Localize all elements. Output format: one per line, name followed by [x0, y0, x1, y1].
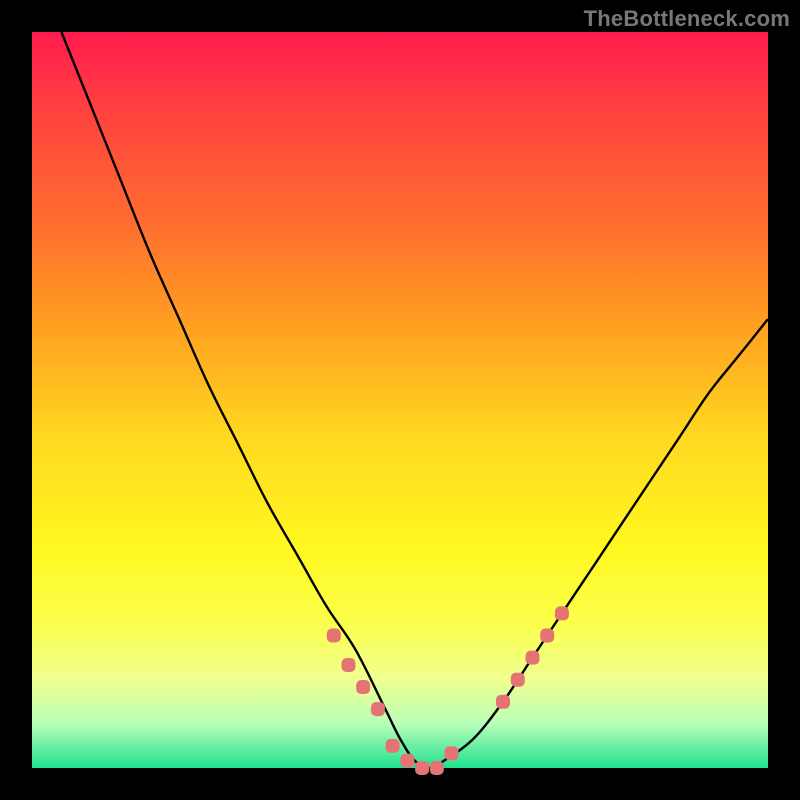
- chart-plot-area: [32, 32, 768, 768]
- curve-marker: [356, 680, 370, 694]
- curve-marker: [526, 651, 540, 665]
- bottleneck-curve-svg: [32, 32, 768, 768]
- bottleneck-curve-line: [61, 32, 768, 768]
- curve-marker: [511, 673, 525, 687]
- curve-marker: [496, 695, 510, 709]
- curve-marker: [445, 746, 459, 760]
- curve-marker: [342, 658, 356, 672]
- curve-marker: [400, 754, 414, 768]
- curve-marker: [540, 629, 554, 643]
- curve-marker: [415, 761, 429, 775]
- curve-marker: [430, 761, 444, 775]
- curve-marker: [327, 629, 341, 643]
- curve-marker: [386, 739, 400, 753]
- curve-marker: [555, 606, 569, 620]
- attribution-text: TheBottleneck.com: [584, 6, 790, 32]
- curve-marker: [371, 702, 385, 716]
- bottleneck-markers: [327, 606, 569, 775]
